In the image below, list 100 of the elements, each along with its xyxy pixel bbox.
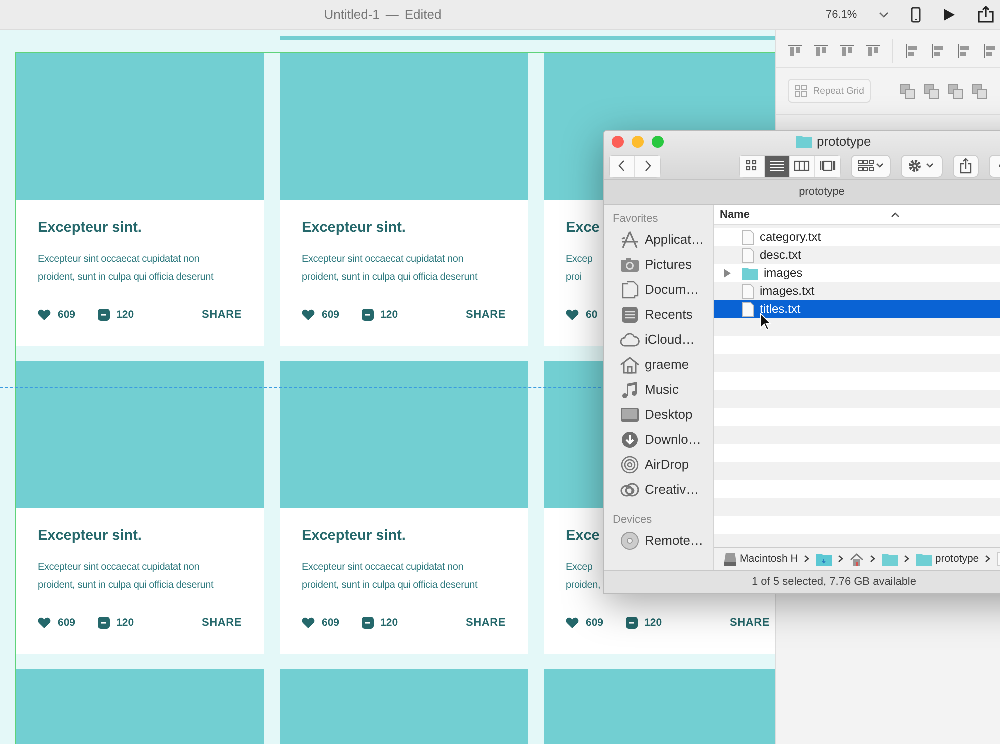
card-title: Excepteur sint. [302, 220, 406, 236]
heart-icon[interactable] [38, 617, 51, 629]
comment-icon[interactable] [362, 617, 374, 629]
apps-icon [620, 230, 640, 248]
align-icon[interactable] [814, 44, 828, 58]
boolean-icon[interactable] [948, 84, 964, 98]
document-title: Untitled-1 [324, 7, 380, 22]
comment-icon[interactable] [98, 309, 110, 321]
phone-icon[interactable] [911, 6, 922, 22]
chevron-down-icon[interactable] [879, 10, 890, 18]
like-count: 60 [586, 309, 598, 321]
card-description: proident, sunt in culpa qui officia deserunt [302, 271, 478, 285]
heart-icon[interactable] [302, 617, 315, 629]
play-icon[interactable] [943, 8, 956, 22]
window-title: prototype [817, 134, 872, 149]
card-description: proi [566, 271, 582, 285]
list-view-icon [769, 160, 785, 172]
card-title: Exce [566, 528, 600, 544]
airdrop-icon [620, 456, 640, 474]
grid-icon [795, 85, 808, 97]
card-description: Excepteur sint occaecat cupidatat non [302, 253, 464, 267]
group-button[interactable] [852, 156, 890, 176]
creative-icon [620, 480, 640, 498]
home-icon[interactable] [850, 552, 864, 566]
share-button[interactable] [954, 156, 978, 176]
zoom-dropdown[interactable]: 76.1% [826, 8, 858, 20]
sidebar-item[interactable]: Desktop [645, 407, 693, 422]
document-icon [742, 302, 754, 316]
heart-icon[interactable] [566, 617, 579, 629]
card-description: Excepteur sint occaecat cupidatat non [38, 561, 200, 575]
align-icon[interactable] [931, 44, 946, 58]
heart-icon[interactable] [566, 309, 579, 321]
file-row[interactable]: titles.txt [714, 300, 1000, 318]
heart-icon[interactable] [38, 309, 51, 321]
boolean-icon[interactable] [972, 84, 988, 98]
document-icon [742, 230, 754, 244]
file-row[interactable]: images [714, 264, 1000, 282]
sidebar-item[interactable]: Creativ… [645, 482, 700, 497]
sort-ascending-icon[interactable] [891, 212, 900, 218]
card-description: Excepteur sint occaecat cupidatat non [38, 253, 200, 267]
share-link[interactable]: SHARE [466, 617, 506, 629]
file-row[interactable]: category.txt [714, 228, 1000, 246]
settings-button[interactable] [902, 156, 942, 176]
sidebar-item[interactable]: Pictures [645, 257, 692, 272]
column-title: Name [720, 208, 750, 220]
path-item[interactable]: prototype [935, 553, 980, 565]
folder-icon[interactable] [816, 552, 832, 566]
sidebar-item[interactable]: Docum… [645, 282, 700, 297]
path-title: prototype [799, 186, 845, 198]
share-link[interactable]: SHARE [466, 309, 506, 321]
sidebar-item[interactable]: Music [645, 382, 679, 397]
like-count: 609 [586, 617, 604, 629]
share-icon[interactable] [978, 6, 994, 23]
comment-icon[interactable] [626, 617, 638, 629]
sidebar-item[interactable]: AirDrop [645, 457, 690, 472]
sidebar-item[interactable]: Downlo… [645, 432, 702, 447]
title-separator: — [386, 7, 399, 22]
align-icon[interactable] [905, 44, 920, 58]
comment-icon[interactable] [362, 309, 374, 321]
path-item[interactable]: Macintosh H [740, 553, 798, 565]
sidebar-item[interactable]: iCloud… [645, 332, 695, 347]
columns-view-button[interactable] [790, 156, 815, 176]
file-name: category.txt [760, 230, 822, 244]
file-row[interactable]: images.txt [714, 282, 1000, 300]
document-icon [742, 284, 754, 298]
comment-icon[interactable] [98, 617, 110, 629]
align-icon[interactable] [983, 44, 998, 58]
sidebar-item[interactable]: graeme [645, 357, 690, 372]
gallery-view-button[interactable] [815, 156, 840, 176]
sidebar-item[interactable]: Applicat… [645, 232, 704, 247]
card-description: Excep [566, 253, 593, 267]
desktop-icon [620, 406, 640, 424]
hard-drive-icon[interactable] [724, 552, 737, 566]
share-link[interactable]: SHARE [730, 617, 770, 629]
share-link[interactable]: SHARE [202, 309, 242, 321]
forward-button[interactable] [635, 156, 660, 176]
documents-icon [620, 280, 640, 298]
card-description: proident, sunt in culpa qui officia deserunt [38, 271, 214, 285]
list-view-button[interactable] [765, 156, 790, 176]
folder-icon [796, 135, 812, 148]
card-description: proiden, [566, 579, 601, 593]
sidebar-heading: Favorites [612, 213, 660, 227]
sidebar-item[interactable]: Remote… [645, 533, 704, 548]
group-icon [858, 160, 884, 172]
back-button[interactable] [610, 156, 635, 176]
boolean-icon[interactable] [924, 84, 940, 98]
disc-icon [620, 532, 640, 550]
close-button[interactable] [612, 136, 624, 148]
share-link[interactable]: SHARE [202, 617, 242, 629]
chevron-right-icon [870, 555, 876, 563]
file-row[interactable]: desc.txt [714, 246, 1000, 264]
icons-view-button[interactable] [740, 156, 765, 176]
align-icon[interactable] [788, 44, 802, 58]
heart-icon[interactable] [302, 309, 315, 321]
align-icon[interactable] [840, 44, 854, 58]
align-icon[interactable] [957, 44, 972, 58]
align-icon[interactable] [866, 44, 880, 58]
sidebar-item[interactable]: Recents [645, 307, 693, 322]
boolean-icon[interactable] [900, 84, 916, 98]
disclosure-triangle-icon[interactable] [723, 268, 731, 278]
